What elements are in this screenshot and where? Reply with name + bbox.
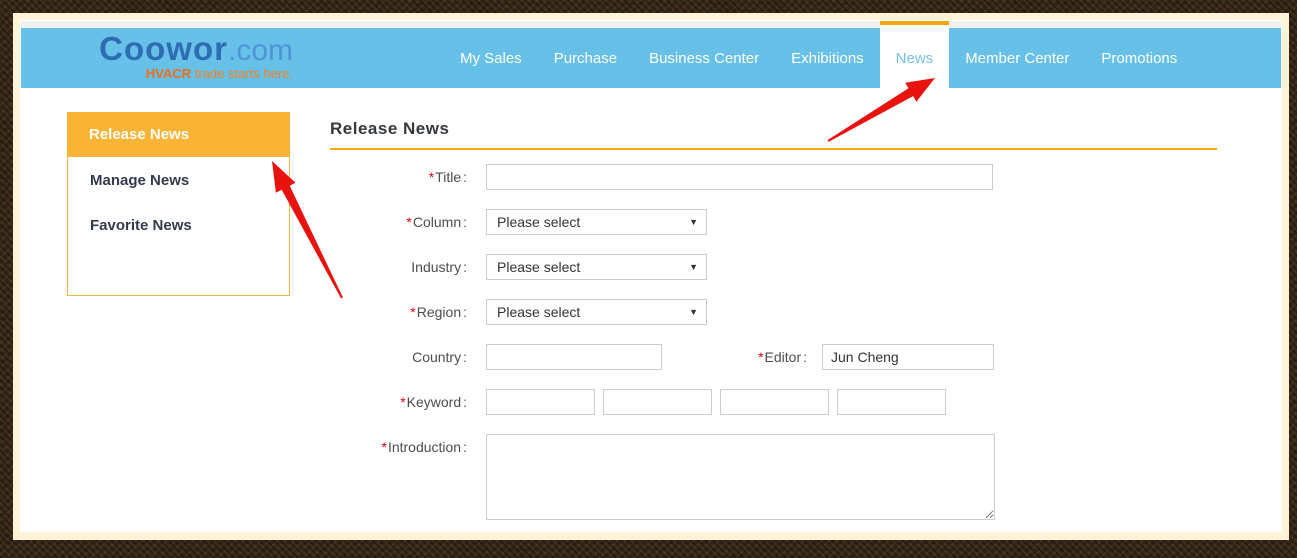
title-input[interactable] — [486, 164, 993, 190]
title-underline — [330, 148, 1217, 150]
screenshot-root: Coowor.com HVACR trade starts here. My S… — [0, 0, 1297, 558]
nav-item-my-sales[interactable]: My Sales — [444, 28, 538, 88]
logo-domain: .com — [228, 34, 293, 67]
logo-text: Coowor.com — [78, 32, 293, 66]
keyword-input-1[interactable] — [486, 389, 595, 415]
nav-item-member-center[interactable]: Member Center — [949, 28, 1085, 88]
form-row-keyword: *Keyword: — [330, 389, 1217, 415]
sidebar-item-release-news[interactable]: Release News — [67, 112, 290, 157]
page-background: Coowor.com HVACR trade starts here. My S… — [20, 20, 1282, 532]
region-label: *Region: — [330, 304, 467, 320]
form-row-industry: Industry: Please select ▼ — [330, 254, 1217, 280]
header-top-strip — [21, 21, 1281, 28]
introduction-label: *Introduction: — [330, 434, 467, 455]
editor-input[interactable] — [822, 344, 994, 370]
region-select[interactable]: Please select ▼ — [486, 299, 707, 325]
required-asterisk: * — [400, 394, 405, 410]
keyword-label: *Keyword: — [330, 394, 467, 410]
keyword-input-2[interactable] — [603, 389, 712, 415]
page-title: Release News — [330, 112, 1217, 139]
site-logo[interactable]: Coowor.com HVACR trade starts here. — [78, 32, 293, 80]
country-input[interactable] — [486, 344, 662, 370]
nav-item-promotions[interactable]: Promotions — [1085, 28, 1193, 88]
decorative-frame: Coowor.com HVACR trade starts here. My S… — [13, 13, 1289, 540]
keyword-input-4[interactable] — [837, 389, 946, 415]
chevron-down-icon: ▼ — [689, 307, 698, 317]
title-label: *Title: — [330, 169, 467, 185]
editor-label: *Editor: — [662, 349, 807, 365]
form-row-column: *Column: Please select ▼ — [330, 209, 1217, 235]
logo-tagline: HVACR trade starts here. — [78, 67, 293, 80]
main-nav-bar: Coowor.com HVACR trade starts here. My S… — [21, 28, 1281, 88]
column-label: *Column: — [330, 214, 467, 230]
required-asterisk: * — [406, 214, 411, 230]
required-asterisk: * — [429, 169, 434, 185]
region-select-value: Please select — [497, 304, 580, 320]
main-nav: My Sales Purchase Business Center Exhibi… — [444, 28, 1193, 88]
required-asterisk: * — [410, 304, 415, 320]
nav-item-news[interactable]: News — [880, 21, 950, 102]
sidebar-item-favorite-news[interactable]: Favorite News — [68, 203, 289, 247]
required-asterisk: * — [381, 439, 386, 455]
form-row-introduction: *Introduction: — [330, 434, 1217, 520]
chevron-down-icon: ▼ — [689, 262, 698, 272]
nav-item-business-center[interactable]: Business Center — [633, 28, 775, 88]
column-select-value: Please select — [497, 214, 580, 230]
nav-item-purchase[interactable]: Purchase — [538, 28, 633, 88]
form-row-title: *Title: — [330, 164, 1217, 190]
sidebar-menu: Release News Manage News Favorite News — [67, 112, 290, 296]
industry-label: Industry: — [330, 259, 467, 275]
form-row-region: *Region: Please select ▼ — [330, 299, 1217, 325]
sidebar-item-manage-news[interactable]: Manage News — [68, 158, 289, 202]
nav-item-exhibitions[interactable]: Exhibitions — [775, 28, 880, 88]
main-content: Release News *Title: *Column: Please sel… — [330, 112, 1217, 539]
site-header: Coowor.com HVACR trade starts here. My S… — [21, 21, 1281, 101]
column-select[interactable]: Please select ▼ — [486, 209, 707, 235]
keyword-input-3[interactable] — [720, 389, 829, 415]
required-asterisk: * — [758, 349, 763, 365]
form-row-country-editor: Country: *Editor: — [330, 344, 1217, 370]
industry-select-value: Please select — [497, 259, 580, 275]
chevron-down-icon: ▼ — [689, 217, 698, 227]
country-label: Country: — [330, 349, 467, 365]
industry-select[interactable]: Please select ▼ — [486, 254, 707, 280]
logo-brand: Coowor — [99, 30, 228, 67]
introduction-textarea[interactable] — [486, 434, 995, 520]
release-news-form: *Title: *Column: Please select ▼ Industr… — [330, 164, 1217, 520]
